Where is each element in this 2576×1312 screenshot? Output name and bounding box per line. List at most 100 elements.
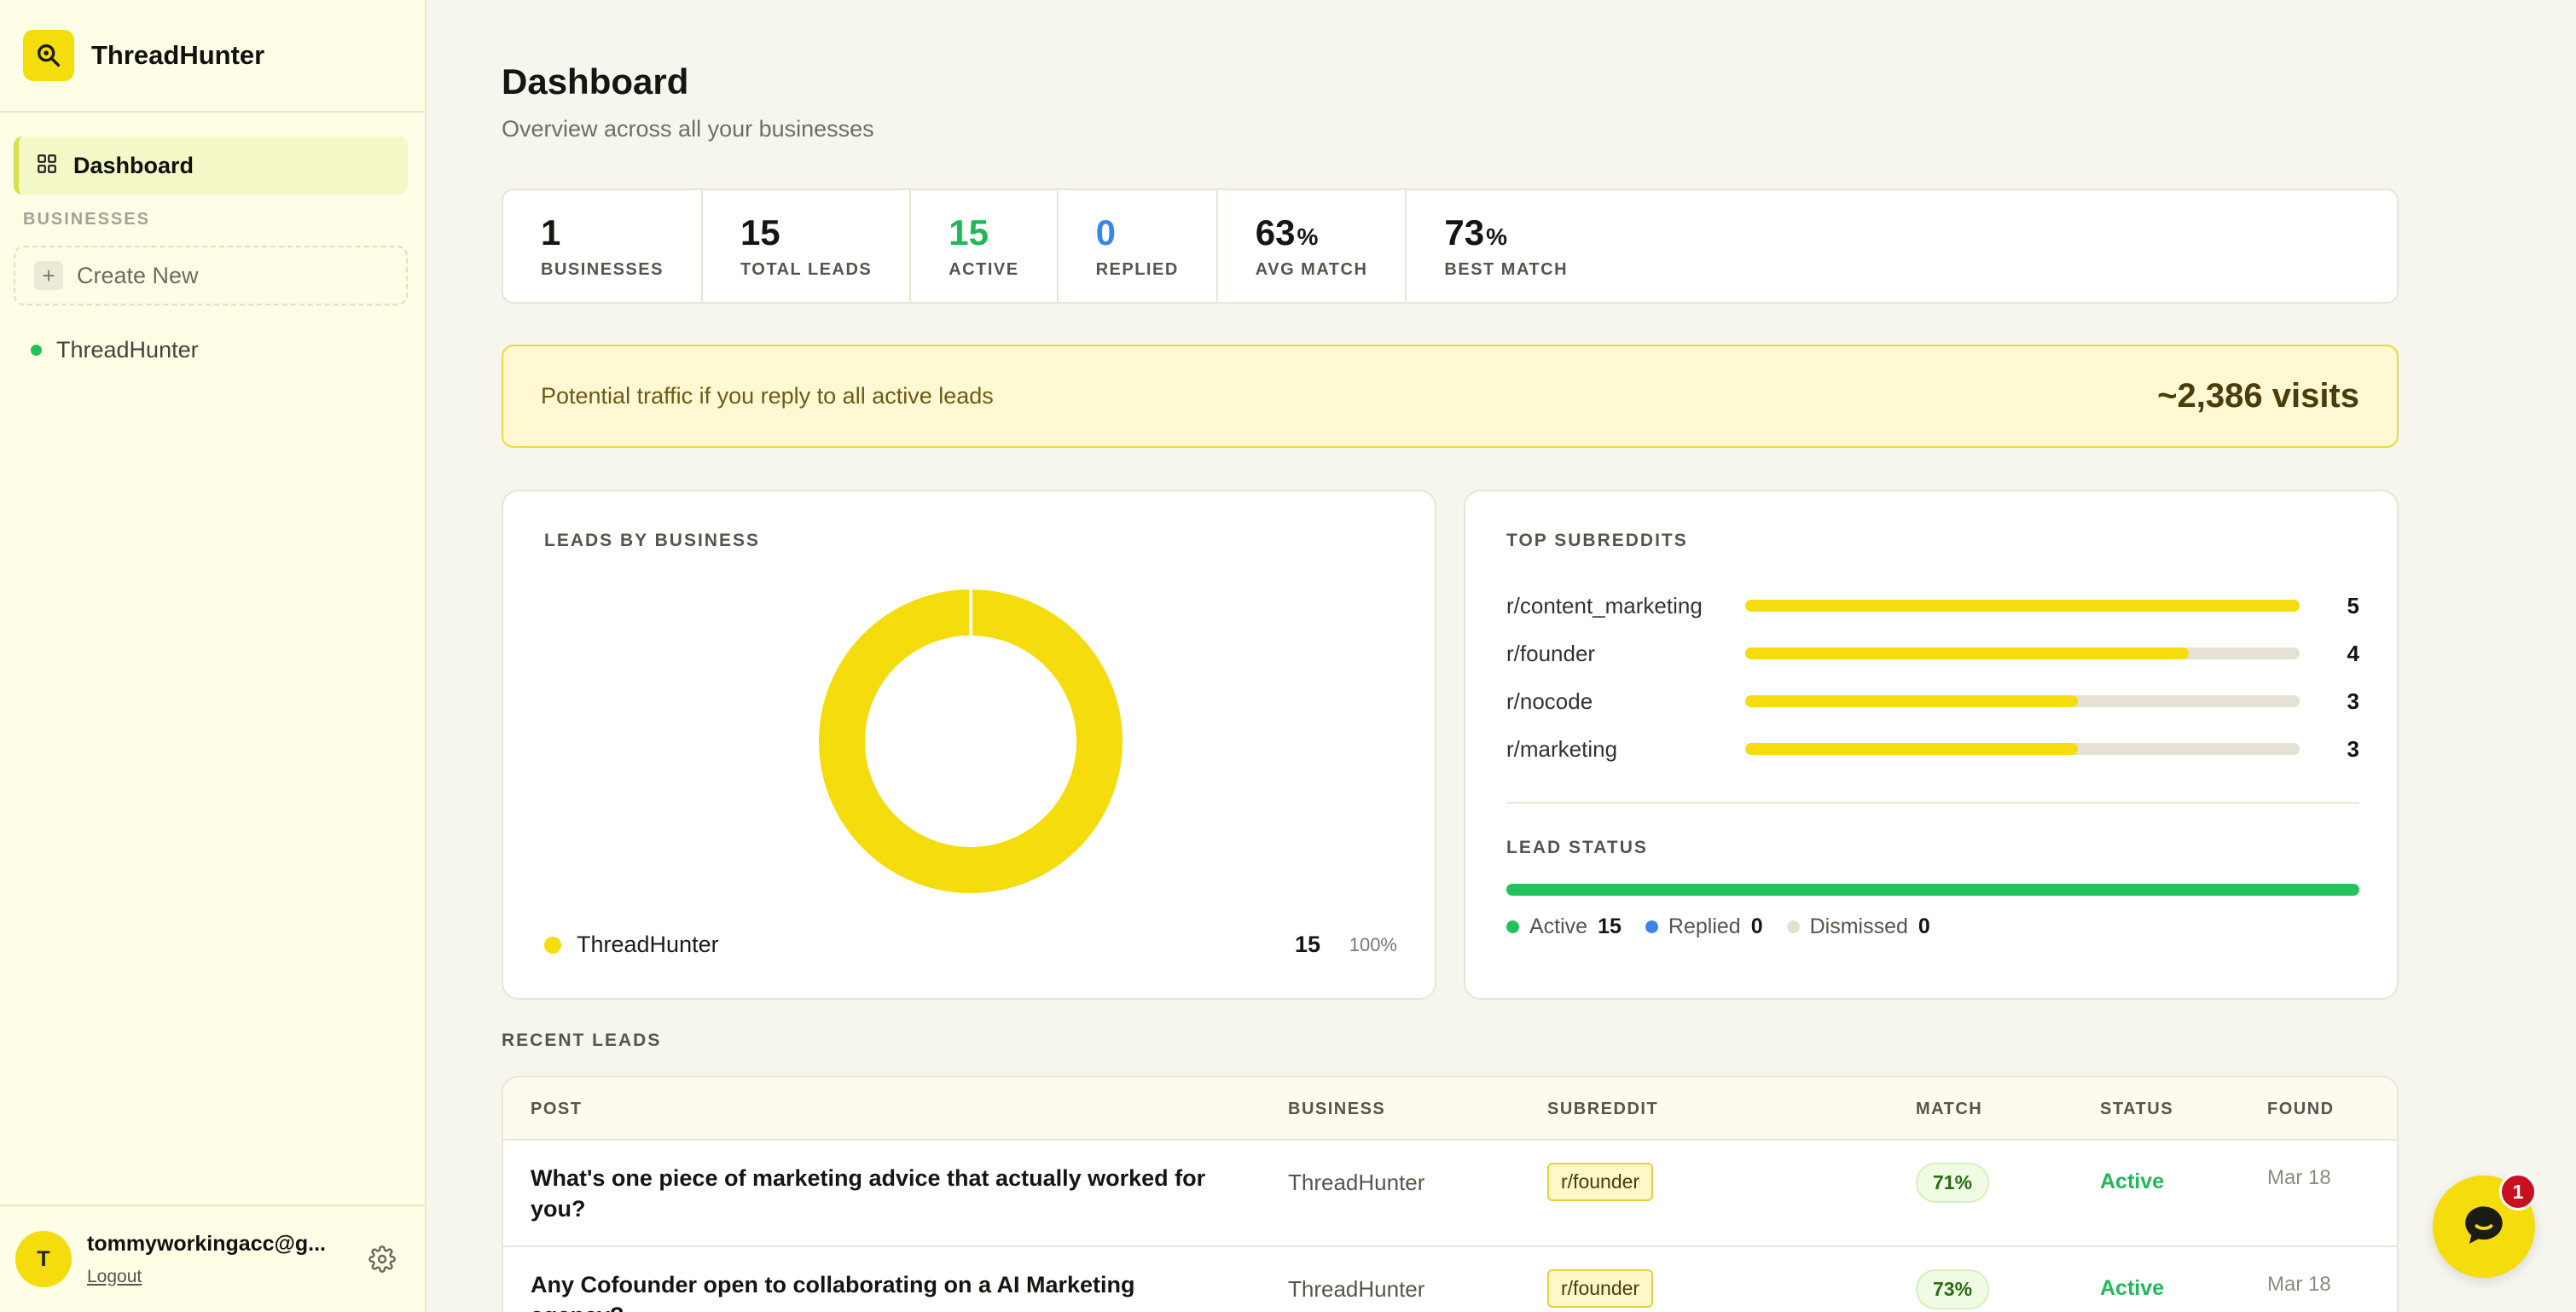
legend-item: ThreadHunter 15 100%: [544, 932, 1397, 958]
stat-value: 0: [1095, 212, 1116, 253]
traffic-label: Potential traffic if you reply to all ac…: [541, 383, 994, 409]
status-text: Active: [2100, 1170, 2165, 1193]
stat-value: 73: [1444, 212, 1485, 253]
traffic-value: ~2,386 visits: [2157, 377, 2359, 415]
stat-label: BEST MATCH: [1444, 260, 1569, 279]
column-header: FOUND: [2267, 1100, 2335, 1118]
page-subtitle: Overview across all your businesses: [502, 116, 874, 142]
column-header: MATCH: [1916, 1100, 1983, 1118]
status-label: Active: [1529, 914, 1588, 938]
bar-fill: [1745, 695, 2078, 707]
status-dot-icon: [31, 345, 42, 356]
recent-leads-title: RECENT LEADS: [502, 1030, 662, 1050]
page-title: Dashboard: [502, 61, 689, 102]
status-text: Active: [2100, 1276, 2165, 1300]
match-badge: 73%: [1916, 1269, 1990, 1309]
subreddit-count: 4: [2347, 640, 2359, 666]
stat-value: 1: [541, 212, 561, 253]
lead-status-title: LEAD STATUS: [1506, 838, 1648, 857]
donut-slice: [819, 589, 1123, 893]
column-header: POST: [531, 1100, 583, 1118]
stat-best-match: 73% BEST MATCH: [1407, 190, 1605, 302]
subreddit-row: r/content_marketing 5: [1506, 589, 2359, 623]
subreddit-row: r/marketing 3: [1506, 732, 2359, 766]
table-row[interactable]: What's one piece of marketing advice tha…: [503, 1141, 2397, 1247]
create-new-business-button[interactable]: + Create New: [14, 246, 408, 305]
stat-suffix: %: [1297, 224, 1319, 250]
subreddit-row: r/founder 4: [1506, 636, 2359, 671]
found-date: Mar 18: [2267, 1166, 2331, 1189]
card-title: TOP SUBREDDITS: [1506, 531, 1688, 550]
chat-icon: [2459, 1200, 2509, 1254]
legend-label: ThreadHunter: [577, 932, 719, 957]
status-dot-icon: [1786, 920, 1800, 933]
bar-fill: [1745, 647, 2189, 659]
subreddit-count: 3: [2347, 688, 2359, 714]
subreddit-row: r/nocode 3: [1506, 684, 2359, 718]
notification-badge: 1: [2499, 1173, 2537, 1210]
card-title: LEADS BY BUSINESS: [544, 531, 760, 550]
found-date: Mar 18: [2267, 1273, 2331, 1296]
stat-label: TOTAL LEADS: [740, 260, 873, 279]
stat-suffix: %: [1486, 224, 1508, 250]
business-cell: ThreadHunter: [1288, 1276, 1425, 1302]
status-count: 0: [1917, 914, 1930, 938]
column-header: SUBREDDIT: [1547, 1100, 1659, 1118]
user-email: tommyworkingacc@g...: [87, 1231, 326, 1256]
subreddit-count: 5: [2347, 592, 2359, 618]
post-title[interactable]: What's one piece of marketing advice tha…: [531, 1163, 1230, 1224]
gear-icon[interactable]: [368, 1245, 396, 1277]
top-subreddits-card: TOP SUBREDDITS r/content_marketing 5 r/f…: [1464, 490, 2399, 1000]
table-header: POST BUSINESS SUBREDDIT MATCH STATUS FOU…: [503, 1077, 2397, 1141]
leads-by-business-card: LEADS BY BUSINESS ThreadHunter 15 100%: [502, 490, 1436, 1000]
avatar[interactable]: T: [15, 1231, 72, 1287]
table-row[interactable]: Any Cofounder open to collaborating on a…: [503, 1247, 2397, 1312]
businesses-section-label: BUSINESSES: [23, 210, 150, 229]
post-title[interactable]: Any Cofounder open to collaborating on a…: [531, 1269, 1230, 1312]
stat-avg-match: 63% AVG MATCH: [1218, 190, 1407, 302]
column-header: STATUS: [2100, 1100, 2174, 1118]
sidebar-item-business[interactable]: ThreadHunter: [31, 337, 199, 363]
bar-track: [1745, 743, 2300, 755]
stat-value: 15: [949, 212, 989, 253]
status-dot-icon: [1506, 920, 1519, 933]
stat-label: AVG MATCH: [1255, 260, 1368, 279]
stat-label: BUSINESSES: [541, 260, 664, 279]
subreddit-chip: r/founder: [1547, 1269, 1654, 1308]
status-dot-icon: [1645, 920, 1658, 933]
status-label: Replied: [1668, 914, 1741, 938]
subreddit-count: 3: [2347, 735, 2359, 762]
sidebar: ThreadHunter Dashboard BUSINESSES + Crea…: [0, 0, 426, 1312]
brand[interactable]: ThreadHunter: [0, 0, 425, 113]
sidebar-item-label: Dashboard: [73, 152, 194, 178]
bar-track: [1745, 600, 2300, 612]
lead-status-legend: Active 15 Replied 0 Dismissed 0: [1506, 914, 1954, 939]
subreddit-name: r/founder: [1506, 640, 1596, 666]
grid-icon: [36, 153, 58, 179]
subreddit-chip: r/founder: [1547, 1163, 1654, 1201]
stat-value: 15: [740, 212, 780, 253]
recent-leads-table: POST BUSINESS SUBREDDIT MATCH STATUS FOU…: [502, 1076, 2399, 1312]
traffic-banner: Potential traffic if you reply to all ac…: [502, 345, 2399, 448]
legend-percent: 100%: [1349, 933, 1397, 955]
logout-link[interactable]: Logout: [87, 1267, 142, 1287]
sidebar-item-dashboard[interactable]: Dashboard: [14, 136, 408, 194]
stat-replied: 0 REPLIED: [1059, 190, 1218, 302]
status-count: 0: [1750, 914, 1763, 938]
business-cell: ThreadHunter: [1288, 1170, 1425, 1195]
column-header: BUSINESS: [1288, 1100, 1386, 1118]
stats-bar: 1 BUSINESSES 15 TOTAL LEADS 15 ACTIVE 0 …: [502, 189, 2399, 304]
bar-fill: [1745, 600, 2300, 612]
user-area: T tommyworkingacc@g... Logout: [0, 1205, 425, 1312]
legend-count: 15: [1294, 932, 1320, 957]
divider: [1506, 802, 2359, 804]
bar-fill: [1745, 743, 2078, 755]
subreddit-name: r/marketing: [1506, 735, 1618, 762]
brand-name: ThreadHunter: [91, 40, 265, 70]
bar-track: [1745, 695, 2300, 707]
stat-label: ACTIVE: [949, 260, 1019, 279]
stat-label: REPLIED: [1095, 260, 1179, 279]
stat-active: 15 ACTIVE: [911, 190, 1059, 302]
create-new-label: Create New: [77, 262, 199, 288]
stat-value: 63: [1255, 212, 1296, 253]
